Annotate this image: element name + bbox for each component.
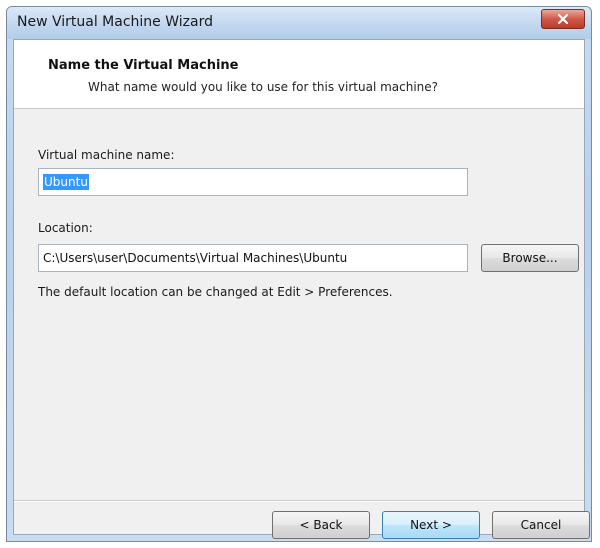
- title-bar[interactable]: New Virtual Machine Wizard: [7, 7, 591, 39]
- footer-divider-highlight: [14, 501, 584, 502]
- location-label: Location:: [38, 221, 93, 235]
- window-title: New Virtual Machine Wizard: [17, 14, 213, 30]
- next-button[interactable]: Next >: [382, 511, 480, 539]
- location-value: C:\Users\user\Documents\Virtual Machines…: [43, 251, 348, 265]
- wizard-client-area: Name the Virtual Machine What name would…: [13, 39, 590, 539]
- close-icon: [557, 10, 569, 29]
- location-hint: The default location can be changed at E…: [38, 285, 393, 299]
- wizard-header: Name the Virtual Machine What name would…: [14, 40, 584, 109]
- vm-name-value: Ubuntu: [43, 174, 89, 190]
- vm-name-label: Virtual machine name:: [38, 148, 175, 162]
- close-button[interactable]: [541, 9, 585, 29]
- cancel-button[interactable]: Cancel: [492, 511, 590, 539]
- page-subtitle: What name would you like to use for this…: [88, 80, 439, 94]
- wizard-window: New Virtual Machine Wizard Name the Virt…: [6, 6, 592, 542]
- back-button[interactable]: < Back: [272, 511, 370, 539]
- location-input[interactable]: C:\Users\user\Documents\Virtual Machines…: [38, 244, 468, 272]
- page-title: Name the Virtual Machine: [48, 58, 239, 73]
- vm-name-input[interactable]: Ubuntu: [38, 168, 468, 196]
- browse-button[interactable]: Browse...: [481, 244, 579, 272]
